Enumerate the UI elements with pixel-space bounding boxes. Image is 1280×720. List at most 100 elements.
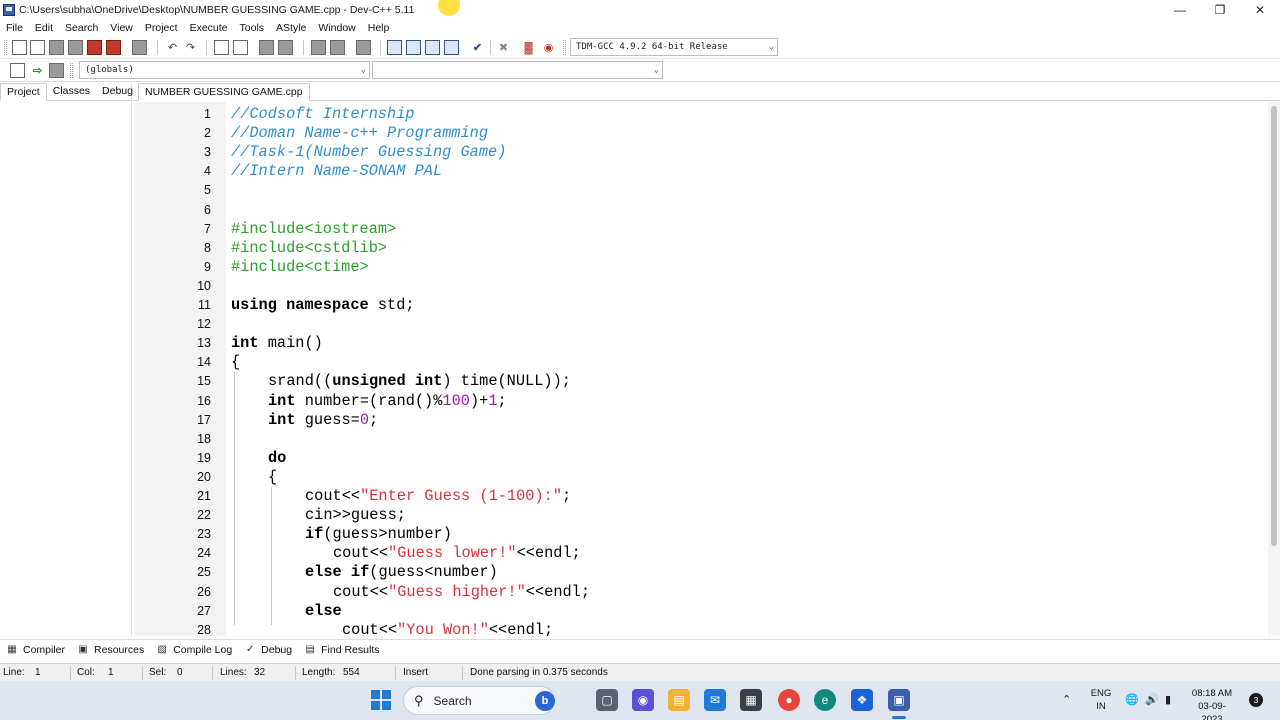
replace-icon[interactable] — [233, 40, 248, 55]
member-select[interactable]: ⌄ — [372, 61, 663, 79]
undo-icon[interactable]: ↶ — [165, 40, 180, 55]
store-icon[interactable]: ▦ — [740, 689, 762, 711]
file-tab[interactable]: NUMBER GUESSING GAME.cpp — [138, 83, 310, 101]
scrollbar-thumb[interactable] — [1271, 106, 1277, 546]
scope-select[interactable]: (globals) ⌄ — [79, 61, 370, 79]
file-explorer-icon[interactable]: ▤ — [668, 689, 690, 711]
stop-execution-icon[interactable]: ✖ — [496, 40, 511, 55]
compile-icon[interactable] — [387, 40, 402, 55]
find-icon[interactable] — [214, 40, 229, 55]
taskbar-search-box[interactable]: ⚲ Search b — [403, 686, 555, 715]
battery-icon[interactable]: ▮ — [1165, 693, 1171, 706]
goto-icon[interactable] — [49, 63, 64, 78]
code-line[interactable]: 19 do — [134, 449, 1268, 468]
code-editor[interactable]: 1 //Codsoft Internship 2 //Doman Name-c++ P… — [134, 102, 1268, 636]
code-line[interactable]: 12 — [134, 315, 1268, 334]
mail-icon[interactable]: ✉ — [704, 689, 726, 711]
code-line[interactable]: 23 if(guess>number) — [134, 525, 1268, 544]
code-line[interactable]: 16 int number=(rand()%100)+1; — [134, 392, 1268, 411]
code-line[interactable]: 14 { — [134, 353, 1268, 372]
menu-view[interactable]: View — [104, 22, 139, 34]
chrome-icon[interactable]: ● — [778, 689, 800, 711]
tab-find-results[interactable]: ▤ Find Results — [298, 644, 385, 656]
menu-search[interactable]: Search — [59, 22, 104, 34]
tab-debug[interactable]: Debug — [96, 83, 139, 100]
code-line[interactable]: 17 int guess=0; — [134, 411, 1268, 430]
syntax-check-icon[interactable]: ✔ — [470, 40, 485, 55]
compile-run-icon[interactable] — [425, 40, 440, 55]
menu-project[interactable]: Project — [139, 22, 184, 34]
teams-chat-icon[interactable]: ◉ — [632, 689, 654, 711]
tab-compiler[interactable]: ▦ Compiler — [0, 644, 71, 656]
toggle-icon[interactable]: ⇨ — [30, 63, 45, 78]
save-all-icon[interactable] — [68, 40, 83, 55]
devcpp-taskbar-icon[interactable]: ▣ — [888, 689, 910, 711]
vertical-scrollbar[interactable] — [1268, 102, 1280, 636]
menu-edit[interactable]: Edit — [29, 22, 59, 34]
close-all-icon[interactable] — [106, 40, 121, 55]
profile-chart-icon[interactable]: ▓ — [521, 40, 536, 55]
code-line[interactable]: 25 else if(guess<number) — [134, 563, 1268, 582]
open-file-icon[interactable] — [30, 40, 45, 55]
close-file-icon[interactable] — [87, 40, 102, 55]
add-to-project-icon[interactable] — [311, 40, 326, 55]
close-icon[interactable]: ✕ — [1240, 0, 1280, 19]
edge-icon[interactable]: e — [814, 689, 836, 711]
remove-from-project-icon[interactable] — [330, 40, 345, 55]
tab-resources[interactable]: ▣ Resources — [71, 644, 150, 656]
code-line[interactable]: 28 cout<<"You Won!"<<endl; — [134, 621, 1268, 636]
debug-icon[interactable]: ◉ — [541, 40, 556, 55]
code-line[interactable]: 11 using namespace std; — [134, 296, 1268, 315]
system-clock[interactable]: 08:18 AM 03-09-2023 — [1188, 687, 1236, 720]
dropbox-icon[interactable]: ❖ — [851, 689, 873, 711]
network-icon[interactable]: 🌐 — [1125, 693, 1139, 706]
code-line[interactable]: 3 //Task-1(Number Guessing Game) — [134, 143, 1268, 162]
code-line[interactable]: 26 cout<<"Guess higher!"<<endl; — [134, 583, 1268, 602]
code-line[interactable]: 22 cin>>guess; — [134, 506, 1268, 525]
redo-icon[interactable]: ↷ — [183, 40, 198, 55]
code-line[interactable]: 4 //Intern Name-SONAM PAL — [134, 162, 1268, 181]
tab-project[interactable]: Project — [0, 83, 47, 101]
notification-badge[interactable]: 3 — [1249, 693, 1263, 707]
print-icon[interactable] — [132, 40, 147, 55]
tab-classes[interactable]: Classes — [47, 83, 96, 100]
project-options-icon[interactable] — [356, 40, 371, 55]
new-file-icon[interactable] — [12, 40, 27, 55]
code-area[interactable]: 1 //Codsoft Internship 2 //Doman Name-c++ P… — [134, 102, 1268, 636]
maximize-icon[interactable]: ❐ — [1200, 0, 1240, 19]
menu-tools[interactable]: Tools — [234, 22, 271, 34]
language-indicator[interactable]: ENG IN — [1090, 687, 1112, 713]
run-icon[interactable] — [406, 40, 421, 55]
code-line[interactable]: 10 — [134, 277, 1268, 296]
code-line[interactable]: 20 { — [134, 468, 1268, 487]
code-line[interactable]: 5 — [134, 181, 1268, 200]
code-line[interactable]: 24 cout<<"Guess lower!"<<endl; — [134, 544, 1268, 563]
save-icon[interactable] — [49, 40, 64, 55]
rebuild-all-icon[interactable] — [444, 40, 459, 55]
menu-window[interactable]: Window — [312, 22, 361, 34]
code-line[interactable]: 13 int main() — [134, 334, 1268, 353]
menu-file[interactable]: File — [0, 22, 29, 34]
goto-line-icon[interactable] — [259, 40, 274, 55]
menu-execute[interactable]: Execute — [184, 22, 234, 34]
insert-icon[interactable] — [10, 63, 25, 78]
bing-icon[interactable]: b — [535, 691, 555, 711]
code-line[interactable]: 9 #include<ctime> — [134, 258, 1268, 277]
code-line[interactable]: 27 else — [134, 602, 1268, 621]
volume-icon[interactable]: 🔊 — [1145, 693, 1159, 706]
windows-start-icon[interactable] — [371, 690, 391, 710]
compiler-select[interactable]: TDM-GCC 4.9.2 64-bit Release ⌄ — [570, 38, 778, 56]
minimize-icon[interactable]: — — [1160, 0, 1200, 19]
tab-compile-log[interactable]: ▧ Compile Log — [150, 644, 238, 656]
menu-astyle[interactable]: AStyle — [270, 22, 312, 34]
code-line[interactable]: 6 — [134, 201, 1268, 220]
bookmark-icon[interactable] — [278, 40, 293, 55]
code-line[interactable]: 15 srand((unsigned int) time(NULL)); — [134, 372, 1268, 391]
menu-help[interactable]: Help — [362, 22, 396, 34]
code-line[interactable]: 8 #include<cstdlib> — [134, 239, 1268, 258]
code-line[interactable]: 21 cout<<"Enter Guess (1-100):"; — [134, 487, 1268, 506]
tab-debug-output[interactable]: ✓ Debug — [238, 644, 298, 656]
code-line[interactable]: 2 //Doman Name-c++ Programming — [134, 124, 1268, 143]
code-line[interactable]: 18 — [134, 430, 1268, 449]
code-line[interactable]: 7 #include<iostream> — [134, 220, 1268, 239]
